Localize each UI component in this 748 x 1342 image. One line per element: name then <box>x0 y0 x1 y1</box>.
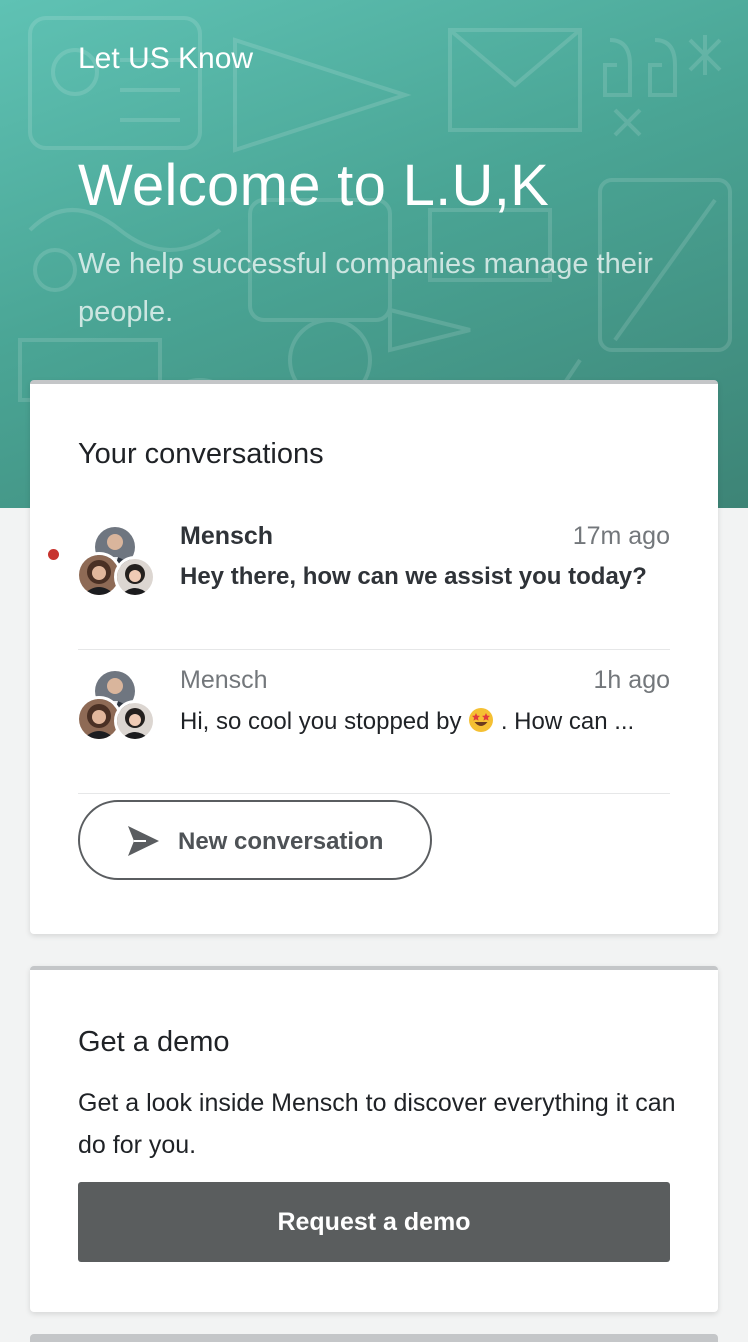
new-conversation-button[interactable]: New conversation <box>78 800 432 880</box>
conversation-time: 1h ago <box>593 666 670 694</box>
conversation-preview-text: Hi, so cool you stopped by <box>180 708 462 735</box>
request-demo-label: Request a demo <box>277 1208 471 1236</box>
conversation-item[interactable]: Mensch 1h ago Hi, so cool you stopped by… <box>76 648 670 794</box>
demo-card: Get a demo Get a look inside Mensch to d… <box>30 966 718 1312</box>
conversation-time: 17m ago <box>572 522 670 550</box>
conversation-preview-text: . How can ... <box>500 708 635 735</box>
welcome-title: Welcome to L.U,K <box>78 153 550 218</box>
conversation-preview: Hey there, how can we assist you today? <box>180 563 647 590</box>
avatar <box>114 556 156 598</box>
conversation-sender: Mensch <box>180 522 274 550</box>
request-demo-button[interactable]: Request a demo <box>78 1182 670 1262</box>
star-struck-emoji-icon <box>468 707 494 740</box>
next-card-edge <box>30 1334 718 1342</box>
welcome-subtitle: We help successful companies manage thei… <box>78 248 653 328</box>
conversation-preview: Hi, so cool you stopped by . How can ... <box>180 707 670 740</box>
team-avatars <box>76 524 158 600</box>
unread-dot <box>48 549 59 560</box>
conversations-card: Your conversations Mensch 17m ago Hey th… <box>30 380 718 934</box>
demo-description: Get a look inside Mensch to discover eve… <box>78 1089 676 1159</box>
conversations-title: Your conversations <box>78 438 324 470</box>
demo-title: Get a demo <box>78 1026 230 1058</box>
team-avatars <box>76 668 158 744</box>
brand-name: Let US Know <box>78 42 254 75</box>
new-conversation-label: New conversation <box>178 828 384 855</box>
send-icon <box>128 826 159 856</box>
avatar <box>114 700 156 742</box>
conversation-sender: Mensch <box>180 666 268 694</box>
conversation-item[interactable]: Mensch 17m ago Hey there, how can we ass… <box>48 504 670 650</box>
